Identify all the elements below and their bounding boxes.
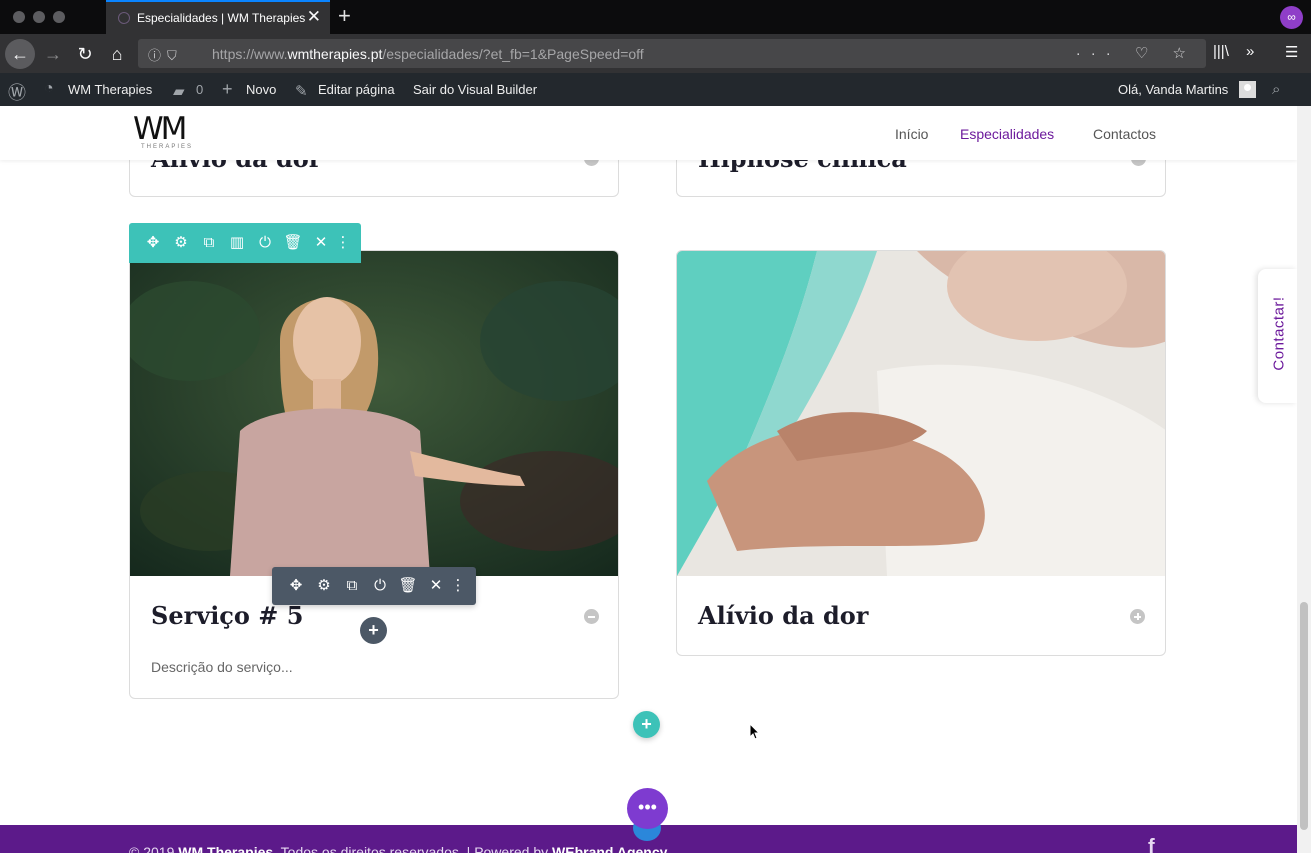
url-text[interactable]: https://www.wmtherapies.pt/especialidade… bbox=[212, 46, 644, 62]
menu-hamburger-icon[interactable]: ☰ bbox=[1285, 43, 1298, 61]
close-icon[interactable]: ✕ bbox=[311, 233, 331, 253]
menu-item-contactos[interactable]: Contactos bbox=[1093, 126, 1156, 142]
module-toolbar: ✥ ⚙ ⧉ ⏻ 🗑 ✕ ⋮ bbox=[272, 567, 476, 605]
site-favicon-icon bbox=[118, 12, 130, 24]
library-icon[interactable]: |||\ bbox=[1213, 43, 1229, 60]
admin-exit-builder-link[interactable]: Sair do Visual Builder bbox=[413, 82, 537, 97]
card-alivio-da-dor[interactable]: Alívio da dor bbox=[676, 250, 1166, 656]
card-title: Serviço # 5 bbox=[151, 601, 304, 630]
search-icon[interactable]: ⌕ bbox=[1272, 81, 1280, 98]
forward-button[interactable]: → bbox=[38, 39, 68, 69]
more-options-icon[interactable]: ⋮ bbox=[448, 576, 468, 596]
tab-close-icon[interactable]: ✕ bbox=[307, 7, 321, 27]
plus-icon: + bbox=[222, 79, 233, 99]
new-tab-button[interactable]: + bbox=[338, 3, 351, 29]
menu-item-inicio[interactable]: Início bbox=[895, 126, 928, 142]
page-actions-icon[interactable]: ··· ♡ ☆ bbox=[1076, 44, 1196, 62]
back-button[interactable]: ← bbox=[5, 39, 35, 69]
admin-new-link[interactable]: Novo bbox=[246, 82, 276, 97]
expand-icon[interactable] bbox=[1130, 609, 1145, 624]
comments-icon[interactable]: ▰ bbox=[173, 82, 185, 100]
admin-greeting[interactable]: Olá, Vanda Martins bbox=[1118, 82, 1228, 97]
browser-tab-bar: Especialidades | WM Therapies ✕ + ∞ bbox=[0, 0, 1311, 34]
minimize-window-button[interactable] bbox=[33, 11, 45, 23]
save-to-library-icon[interactable]: ⏻ bbox=[370, 576, 390, 596]
mouse-cursor-icon bbox=[749, 723, 761, 740]
site-header: WM THERAPIES Início Especialidades Conta… bbox=[0, 106, 1297, 160]
divi-builder-menu-button[interactable]: ••• bbox=[627, 788, 668, 829]
collapse-icon[interactable] bbox=[584, 609, 599, 624]
service-image-hands bbox=[677, 251, 1165, 576]
move-icon[interactable]: ✥ bbox=[286, 576, 306, 596]
duplicate-icon[interactable]: ⧉ bbox=[199, 233, 219, 253]
facebook-icon[interactable]: f bbox=[1148, 836, 1155, 853]
dashboard-icon: ◔ bbox=[44, 80, 54, 97]
delete-trash-icon[interactable]: 🗑 bbox=[283, 233, 303, 253]
contact-tab-label: Contactar! bbox=[1270, 296, 1288, 371]
move-icon[interactable]: ✥ bbox=[143, 233, 163, 253]
browser-nav-bar: ← → ↻ ⌂ ⓘ⛉ https://www.wmtherapies.pt/es… bbox=[0, 34, 1311, 73]
settings-gear-icon[interactable]: ⚙ bbox=[171, 233, 191, 253]
page-content: Alívio da dor Hipnose clínica WM THERAPI… bbox=[0, 106, 1297, 853]
settings-gear-icon[interactable]: ⚙ bbox=[314, 576, 334, 596]
add-module-button[interactable]: + bbox=[360, 617, 387, 644]
site-logo[interactable]: WM THERAPIES bbox=[133, 114, 203, 154]
browser-tab-active[interactable]: Especialidades | WM Therapies ✕ bbox=[106, 0, 330, 34]
comments-count[interactable]: 0 bbox=[196, 82, 203, 97]
close-icon[interactable]: ✕ bbox=[426, 576, 446, 596]
save-to-library-icon[interactable]: ⏻ bbox=[255, 233, 275, 253]
card-description: Descrição do serviço... bbox=[151, 659, 293, 675]
private-browsing-icon: ∞ bbox=[1280, 6, 1303, 29]
admin-edit-page-link[interactable]: Editar página bbox=[318, 82, 395, 97]
service-image-woman bbox=[130, 251, 618, 576]
address-bar[interactable]: ⓘ⛉ https://www.wmtherapies.pt/especialid… bbox=[138, 39, 1206, 68]
wordpress-logo-icon[interactable]: Ⓦ bbox=[8, 79, 26, 105]
home-button[interactable]: ⌂ bbox=[102, 39, 132, 69]
reload-button[interactable]: ↻ bbox=[70, 39, 100, 69]
maximize-window-button[interactable] bbox=[53, 11, 65, 23]
duplicate-icon[interactable]: ⧉ bbox=[342, 576, 362, 596]
footer-copyright: © 2019 WM Therapies. Todos os direitos r… bbox=[129, 844, 668, 853]
menu-item-especialidades[interactable]: Especialidades bbox=[960, 126, 1054, 142]
tab-title: Especialidades | WM Therapies bbox=[137, 11, 306, 25]
overflow-chevron-icon[interactable]: » bbox=[1246, 43, 1254, 60]
delete-trash-icon[interactable]: 🗑 bbox=[398, 576, 418, 596]
columns-icon[interactable]: ▥ bbox=[227, 233, 247, 253]
add-row-button[interactable]: + bbox=[633, 711, 660, 738]
admin-site-name[interactable]: WM Therapies bbox=[68, 82, 152, 97]
close-window-button[interactable] bbox=[13, 11, 25, 23]
more-options-icon[interactable]: ⋮ bbox=[333, 233, 353, 253]
contact-side-tab[interactable]: Contactar! bbox=[1258, 269, 1297, 403]
site-info-icon[interactable]: ⓘ⛉ bbox=[148, 45, 183, 64]
page-scrollbar-thumb[interactable] bbox=[1300, 602, 1308, 830]
wp-admin-bar: Ⓦ ◔ WM Therapies ▰ 0 + Novo ✎ Editar pág… bbox=[0, 73, 1311, 106]
card-title: Alívio da dor bbox=[698, 601, 869, 630]
avatar[interactable] bbox=[1239, 81, 1256, 98]
row-toolbar: ✥ ⚙ ⧉ ▥ ⏻ 🗑 ✕ ⋮ bbox=[129, 223, 361, 263]
pencil-icon: ✎ bbox=[295, 83, 308, 100]
